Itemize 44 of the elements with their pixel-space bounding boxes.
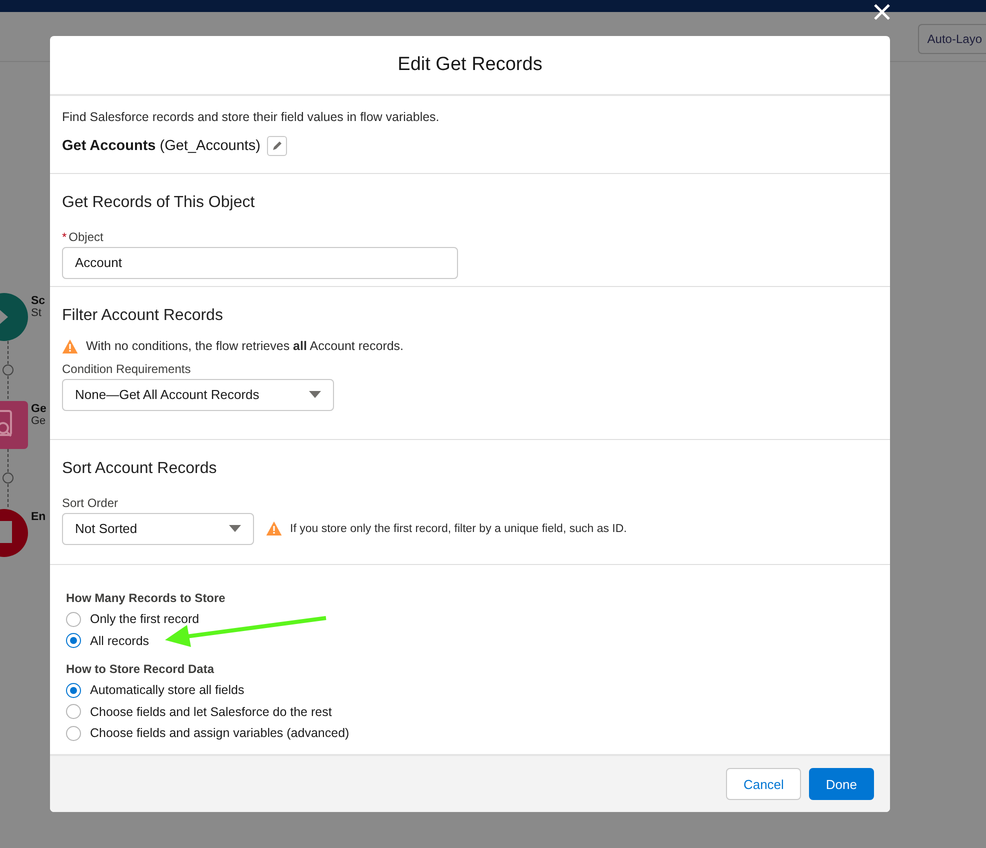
warning-text: With no conditions, the flow retrieves all Account records. (86, 339, 404, 354)
section-heading: Filter Account Records (62, 306, 224, 325)
node-title: Sc (31, 295, 46, 307)
caret-icon (309, 391, 321, 398)
node-title: En (31, 511, 46, 523)
field-label: Sort Order (62, 496, 120, 510)
object-input-field[interactable]: Account (62, 246, 458, 279)
field-label: Condition Requirements (62, 362, 192, 376)
connector-line (1, 449, 15, 509)
warning-icon (62, 338, 78, 354)
radio-group-label: How to Store Record Data (66, 662, 216, 676)
node-subtitle: Ge (31, 415, 46, 427)
pencil-icon (270, 140, 283, 152)
radio-icon[interactable] (66, 682, 81, 698)
modal-title: Edit Get Records (398, 54, 542, 76)
connector-line (1, 341, 15, 401)
edit-button[interactable] (266, 136, 287, 156)
required-mark: * (62, 230, 67, 244)
section-heading: Get Records of This Object (62, 194, 256, 212)
description-text: Find Salesforce records and store their field values in flow variables. (62, 110, 440, 124)
sort-order-select[interactable]: Not Sorted (62, 512, 254, 545)
radio-icon[interactable] (66, 612, 81, 627)
radio-group-label: How Many Records to Store (66, 590, 226, 605)
radio-icon[interactable] (66, 633, 81, 648)
close-icon[interactable] (873, 3, 891, 21)
element-name: Get Accounts (Get_Accounts) (62, 138, 261, 154)
condition-select[interactable]: None—Get All Account Records (62, 378, 334, 411)
caret-icon (229, 525, 241, 532)
node-subtitle: St (31, 307, 42, 319)
field-label: * Object (62, 230, 104, 244)
radio-option[interactable]: Only the first record (66, 608, 874, 630)
radio-icon[interactable] (66, 704, 81, 720)
radio-option[interactable]: All records (66, 630, 874, 652)
section-heading: Sort Account Records (62, 460, 218, 478)
radio-option[interactable]: Automatically store all fields (66, 680, 874, 702)
auto-layout-button[interactable]: Auto-Layo (918, 24, 986, 54)
radio-option[interactable]: Choose fields and let Salesforce do the rest (66, 701, 874, 723)
warning-icon (266, 521, 282, 536)
done-button[interactable]: Done (808, 768, 874, 800)
radio-option[interactable]: Choose fields and assign variables (advanced) (66, 722, 874, 744)
warning-text: If you store only the first record, filter by a unique field, such as ID. (290, 522, 627, 535)
radio-icon[interactable] (66, 726, 81, 741)
node-title: Ge (31, 403, 46, 415)
cancel-button[interactable]: Cancel (726, 768, 801, 800)
